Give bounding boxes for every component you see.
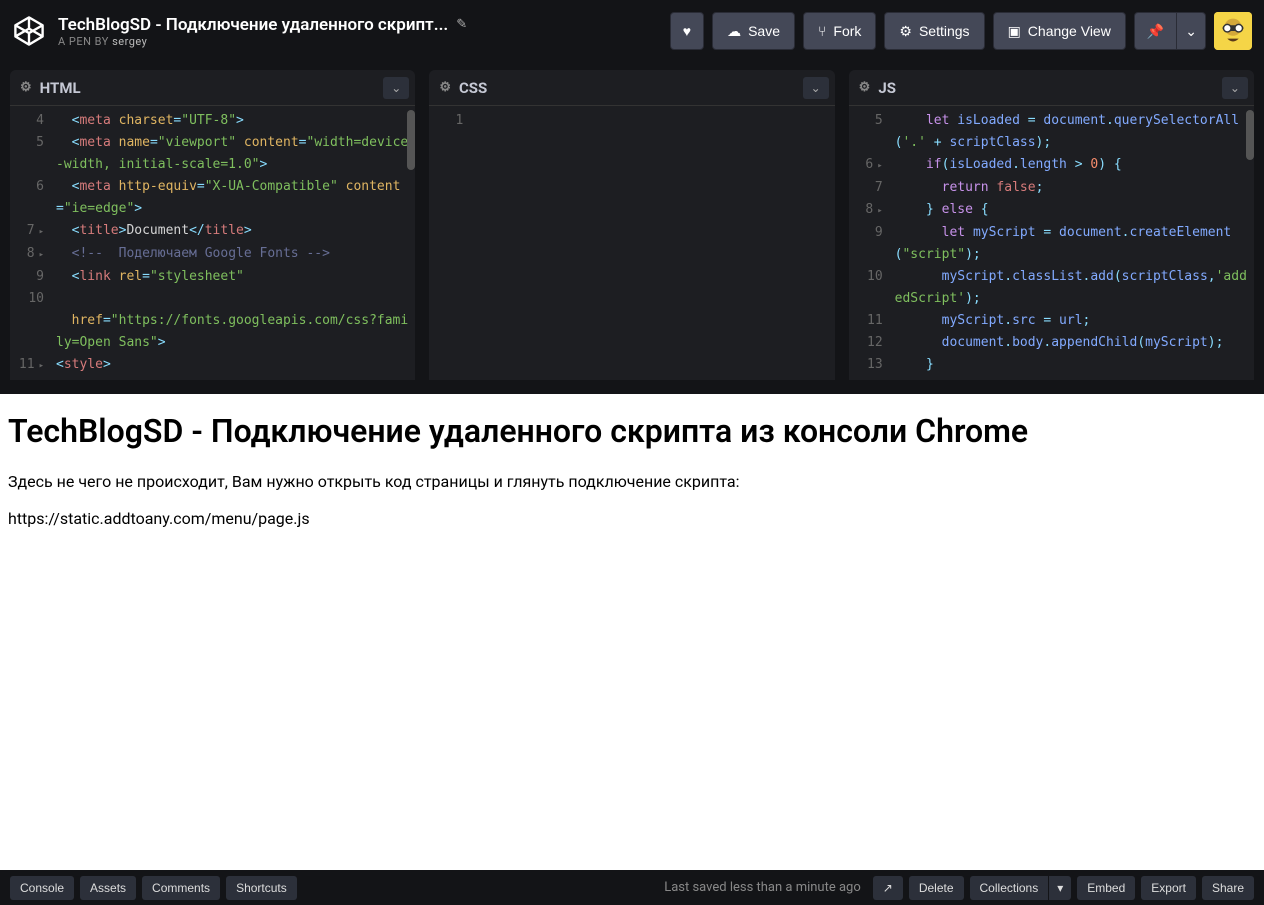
code-line[interactable]: 12 document.body.appendChild(myScript); (849, 332, 1254, 354)
editor-preview-divider[interactable] (0, 380, 1264, 394)
js-editor-title: ⚙ JS (859, 79, 896, 97)
code-line[interactable]: href="https://fonts.googleapis.com/css?f… (10, 310, 415, 354)
settings-button[interactable]: ⚙Settings (884, 12, 984, 50)
gear-icon[interactable]: ⚙ (859, 80, 871, 95)
code-line[interactable]: 5 <meta name="viewport" content="width=d… (10, 132, 415, 176)
change-view-button[interactable]: ▣Change View (993, 12, 1126, 50)
open-external-button[interactable]: ↗ (873, 876, 903, 900)
fork-icon: ⑂ (818, 23, 826, 39)
code-line[interactable]: 11<style> (10, 354, 415, 377)
code-line[interactable]: 8 <!-- Поделючаем Google Fonts --> (10, 243, 415, 266)
heart-button[interactable]: ♥ (670, 12, 704, 50)
js-editor-menu-button[interactable]: ⌄ (1222, 77, 1248, 99)
assets-button[interactable]: Assets (80, 876, 136, 900)
pin-button[interactable]: 📌 (1134, 12, 1176, 50)
author-link[interactable]: sergey (112, 35, 147, 48)
css-editor-title: ⚙ CSS (439, 79, 487, 97)
css-editor-header: ⚙ CSS ⌄ (429, 70, 834, 106)
embed-button[interactable]: Embed (1077, 876, 1135, 900)
code-line[interactable]: 10 (10, 288, 415, 310)
scrollbar-thumb[interactable] (407, 110, 415, 170)
pen-title: TechBlogSD - Подключение удаленного скри… (58, 15, 448, 35)
code-line[interactable]: 1 (429, 110, 834, 132)
css-editor-menu-button[interactable]: ⌄ (803, 77, 829, 99)
css-editor-body[interactable]: 1 (429, 106, 834, 380)
css-editor-pane: ⚙ CSS ⌄ 1 (429, 70, 834, 380)
pin-dropdown-button[interactable]: ⌄ (1176, 12, 1206, 50)
title-block: TechBlogSD - Подключение удаленного скри… (58, 15, 670, 48)
html-editor-pane: ⚙ HTML ⌄ 4 <meta charset="UTF-8">5 <meta… (10, 70, 415, 380)
preview-heading: TechBlogSD - Подключение удаленного скри… (8, 412, 1256, 450)
avatar[interactable] (1214, 12, 1252, 50)
heart-icon: ♥ (683, 23, 691, 39)
editors-row: ⚙ HTML ⌄ 4 <meta charset="UTF-8">5 <meta… (0, 62, 1264, 380)
collections-dropdown-button[interactable]: ▾ (1048, 876, 1071, 900)
fork-button[interactable]: ⑂Fork (803, 12, 876, 50)
save-button[interactable]: ☁Save (712, 12, 795, 50)
code-line[interactable]: 8 } else { (849, 199, 1254, 222)
chevron-down-icon: ▾ (1057, 881, 1063, 895)
js-editor-pane: ⚙ JS ⌄ 5 let isLoaded = document.querySe… (849, 70, 1254, 380)
js-editor-header: ⚙ JS ⌄ (849, 70, 1254, 106)
code-line[interactable]: 6 if(isLoaded.length > 0) { (849, 154, 1254, 177)
console-button[interactable]: Console (10, 876, 74, 900)
save-status: Last saved less than a minute ago (664, 880, 861, 895)
html-editor-body[interactable]: 4 <meta charset="UTF-8">5 <meta name="vi… (10, 106, 415, 380)
code-line[interactable]: 4 <meta charset="UTF-8"> (10, 110, 415, 132)
share-button[interactable]: Share (1202, 876, 1254, 900)
pen-subtitle: A PEN BY sergey (58, 35, 670, 48)
code-line[interactable]: 6 <meta http-equiv="X-UA-Compatible" con… (10, 176, 415, 220)
external-link-icon: ↗ (883, 881, 893, 895)
chevron-down-icon: ⌄ (1230, 81, 1240, 95)
chevron-down-icon: ⌄ (391, 81, 401, 95)
footer-right: Delete Collections ▾ Embed Export Share (909, 876, 1254, 900)
code-line[interactable]: 14 }; (849, 376, 1254, 380)
header-actions: ♥ ☁Save ⑂Fork ⚙Settings ▣Change View 📌 ⌄ (670, 12, 1252, 50)
edit-icon[interactable]: ✎ (456, 17, 467, 32)
js-editor-body[interactable]: 5 let isLoaded = document.querySelectorA… (849, 106, 1254, 380)
preview-pane: TechBlogSD - Подключение удаленного скри… (0, 394, 1264, 870)
pin-icon: 📌 (1147, 23, 1164, 40)
codepen-logo[interactable] (12, 14, 46, 48)
footer: ConsoleAssetsCommentsShortcuts Last save… (0, 870, 1264, 905)
chevron-down-icon: ⌄ (811, 81, 821, 95)
code-line[interactable]: 5 let isLoaded = document.querySelectorA… (849, 110, 1254, 154)
chevron-down-icon: ⌄ (1185, 23, 1197, 40)
html-editor-title: ⚙ HTML (20, 79, 81, 97)
header: TechBlogSD - Подключение удаленного скри… (0, 0, 1264, 62)
code-line[interactable]: 7 return false; (849, 177, 1254, 199)
export-button[interactable]: Export (1141, 876, 1196, 900)
code-line[interactable]: 7 <title>Document</title> (10, 220, 415, 243)
delete-button[interactable]: Delete (909, 876, 964, 900)
preview-text-2: https://static.addtoany.com/menu/page.js (8, 509, 1256, 528)
code-line[interactable]: 9 <link rel="stylesheet" (10, 266, 415, 288)
code-line[interactable]: 13 } (849, 354, 1254, 376)
code-line[interactable]: 10 myScript.classList.add(scriptClass,'a… (849, 266, 1254, 310)
gear-icon: ⚙ (899, 23, 912, 40)
footer-left: ConsoleAssetsCommentsShortcuts (10, 876, 297, 900)
layout-icon: ▣ (1008, 23, 1021, 40)
shortcuts-button[interactable]: Shortcuts (226, 876, 297, 900)
cloud-icon: ☁ (727, 23, 741, 40)
gear-icon[interactable]: ⚙ (439, 80, 451, 95)
code-line[interactable]: 9 let myScript = document.createElement(… (849, 222, 1254, 266)
collections-split-button: Collections ▾ (970, 876, 1072, 900)
gear-icon[interactable]: ⚙ (20, 80, 32, 95)
html-editor-header: ⚙ HTML ⌄ (10, 70, 415, 106)
scrollbar-thumb[interactable] (1246, 110, 1254, 160)
preview-text-1: Здесь не чего не происходит, Вам нужно о… (8, 472, 1256, 491)
comments-button[interactable]: Comments (142, 876, 220, 900)
pin-split-button: 📌 ⌄ (1134, 12, 1206, 50)
code-line[interactable]: 11 myScript.src = url; (849, 310, 1254, 332)
html-editor-menu-button[interactable]: ⌄ (383, 77, 409, 99)
collections-button[interactable]: Collections (970, 876, 1049, 900)
